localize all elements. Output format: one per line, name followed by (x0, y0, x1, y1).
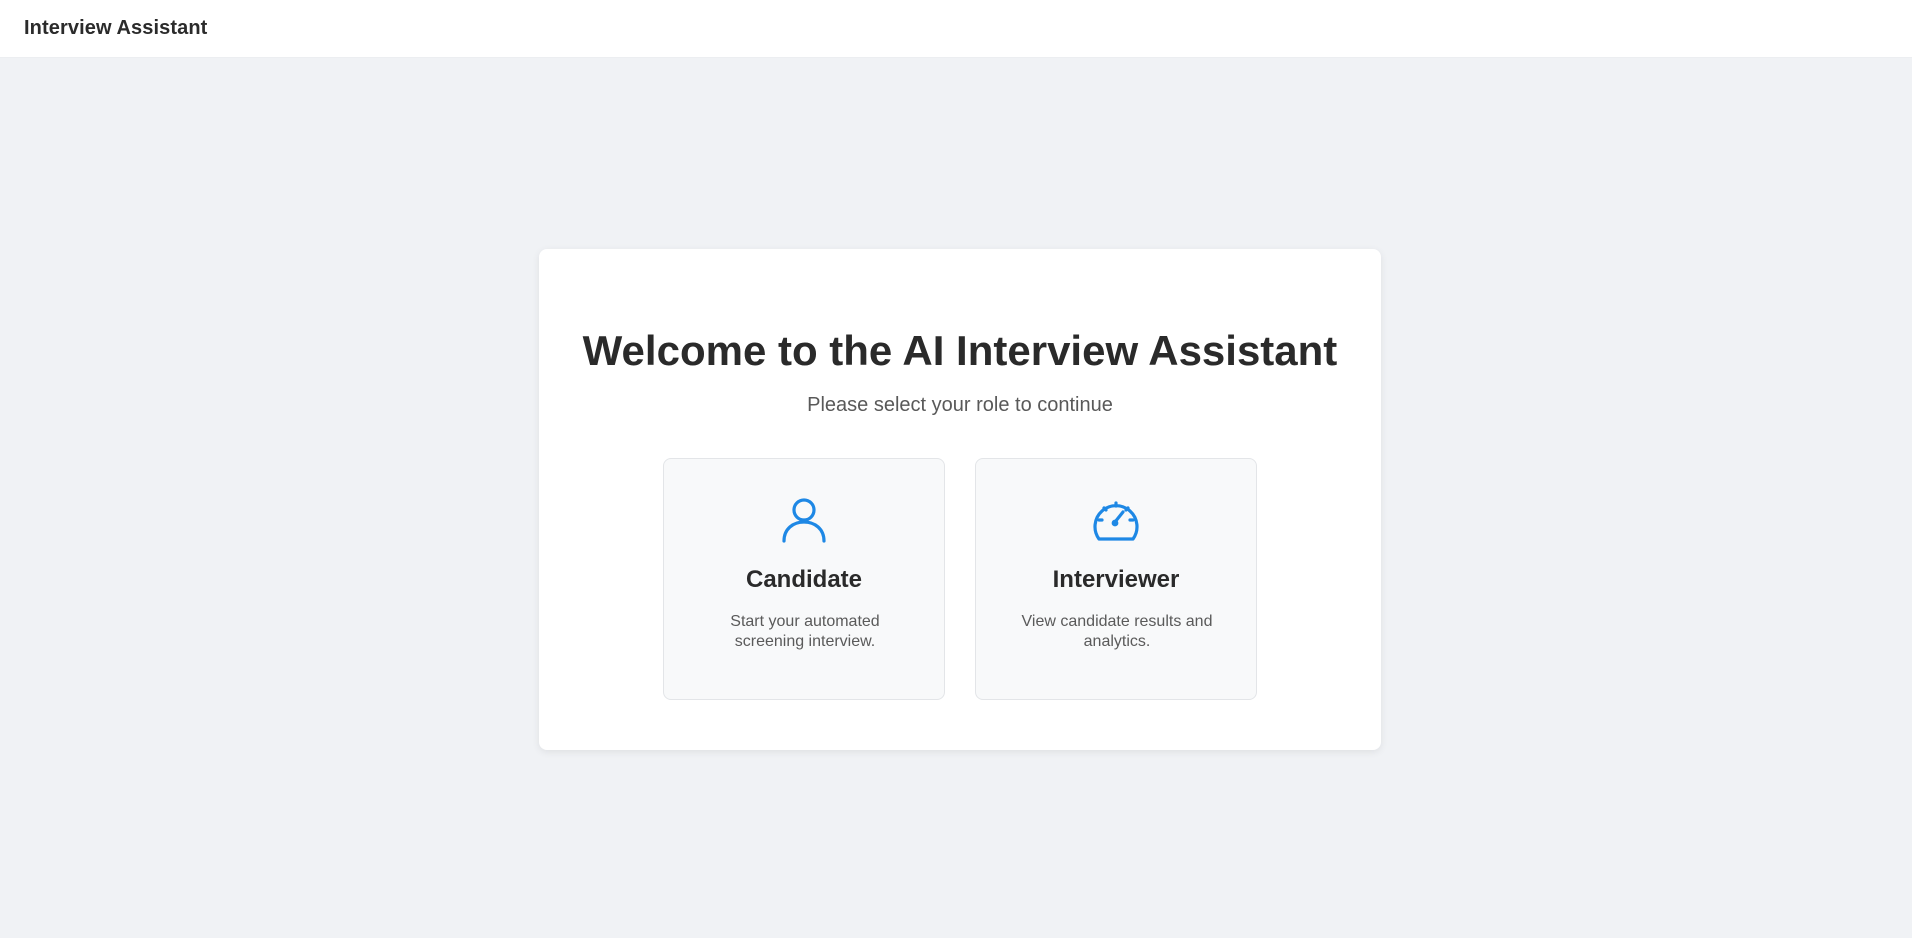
candidate-role-description: Start your automated screening interview… (730, 613, 880, 650)
user-icon (782, 498, 826, 543)
interviewer-role-card[interactable]: Interviewer View candidate results and a… (975, 458, 1257, 700)
interviewer-role-description: View candidate results and analytics. (1021, 613, 1213, 650)
dashboard-icon (1093, 501, 1139, 541)
app-title: Interview Assistant (24, 17, 208, 39)
welcome-subtitle: Please select your role to continue (807, 394, 1113, 416)
app-header: Interview Assistant (0, 0, 1912, 58)
welcome-title: Welcome to the AI Interview Assistant (582, 327, 1338, 374)
candidate-role-card[interactable]: Candidate Start your automated screening… (663, 458, 945, 700)
welcome-card: Welcome to the AI Interview Assistant Pl… (539, 249, 1381, 750)
candidate-role-title: Candidate (745, 566, 862, 593)
interviewer-role-title: Interviewer (1052, 566, 1180, 593)
